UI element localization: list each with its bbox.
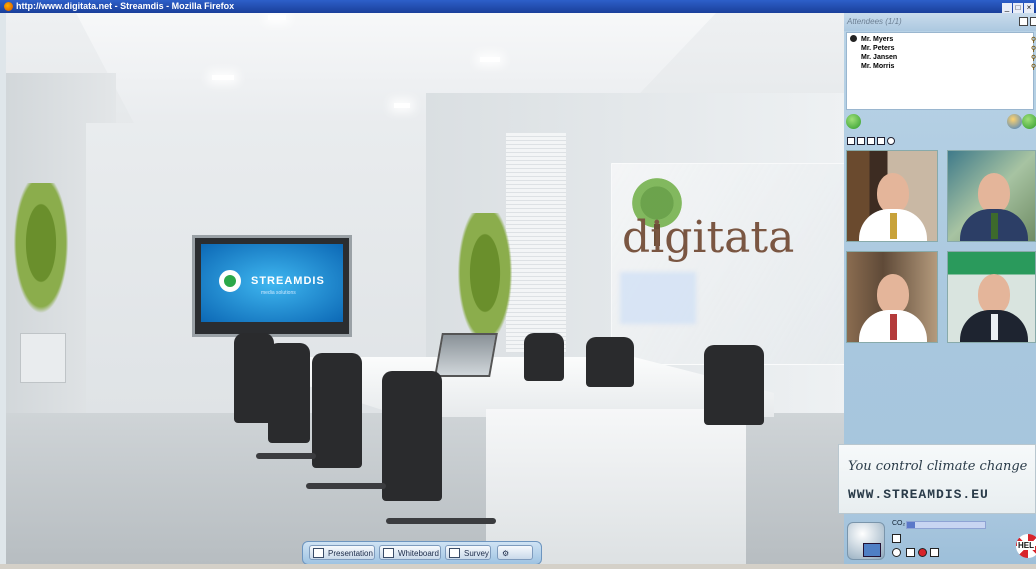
monitor-icon: [863, 543, 881, 557]
presentation-icon: [313, 548, 324, 558]
minimize-button[interactable]: _: [1002, 3, 1012, 13]
chair[interactable]: [268, 343, 310, 443]
gear-icon: ⚙: [502, 549, 510, 558]
wall-logo-text: digitata: [622, 212, 795, 263]
status-bar: [0, 564, 1036, 569]
video-feed-3[interactable]: [846, 251, 938, 343]
attendee-row[interactable]: Mr. Morris ⚲: [861, 63, 1036, 71]
lock-icon[interactable]: [867, 137, 875, 145]
survey-icon: [449, 548, 460, 558]
camera-icon[interactable]: [892, 548, 901, 557]
help-label: HEL: [1017, 541, 1035, 550]
co2-meter-fill: [907, 522, 915, 528]
laptop[interactable]: [434, 333, 498, 377]
whiteboard-button[interactable]: Whiteboard: [379, 545, 441, 560]
ceiling-light: [268, 15, 286, 20]
survey-button[interactable]: Survey: [445, 545, 491, 560]
chair[interactable]: [704, 345, 764, 425]
video-feed-2[interactable]: [947, 150, 1036, 242]
ceiling-light: [480, 57, 500, 62]
whiteboard-icon: [383, 548, 394, 558]
co2-meter: [906, 521, 986, 529]
copy-icon[interactable]: [857, 137, 865, 145]
streamdis-logo-icon: [219, 270, 241, 292]
chair[interactable]: [524, 333, 564, 381]
stop-icon[interactable]: [918, 548, 927, 557]
attendee-row[interactable]: Mr. Peters ⚲: [861, 45, 1036, 53]
print-icon[interactable]: [847, 137, 855, 145]
globe-icon[interactable]: [1007, 114, 1022, 129]
panel-close-icon[interactable]: [1030, 17, 1036, 26]
banner-url: WWW.STREAMDIS.EU: [848, 487, 989, 502]
self-view-thumbnail[interactable]: [847, 522, 885, 560]
digitata-wall-logo: digitata: [611, 163, 844, 365]
layout-toggle-icon[interactable]: [1019, 17, 1028, 26]
trash-icon[interactable]: [930, 548, 939, 557]
add-contact-icon[interactable]: [1022, 114, 1036, 129]
tv-subtitle: media solutions: [261, 290, 296, 296]
target-icon[interactable]: [887, 137, 895, 145]
attendees-header: Attendees (1/1): [844, 13, 1036, 31]
edit-icon[interactable]: [906, 548, 915, 557]
walking-person-icon: ⚲: [1031, 64, 1036, 71]
window-titlebar: http://www.digitata.net - Streamdis - Mo…: [0, 0, 1036, 13]
video-feed-1[interactable]: [846, 150, 938, 242]
maximize-button[interactable]: □: [1013, 3, 1023, 13]
close-button[interactable]: ×: [1024, 3, 1034, 13]
firefox-icon: [4, 2, 13, 11]
window-title: http://www.digitata.net - Streamdis - Mo…: [16, 1, 235, 11]
conference-room-scene: STREAMDIS media solutions digitata: [6, 13, 844, 564]
bottom-controls: CO₂ HEL: [844, 514, 1036, 564]
banner-slogan: You control climate change: [848, 459, 1028, 474]
presentation-button[interactable]: Presentation: [309, 545, 375, 560]
climate-banner[interactable]: You control climate change WWW.STREAMDIS…: [838, 444, 1036, 514]
attendee-row[interactable]: Mr. Jansen ⚲: [861, 54, 1036, 62]
plant-left: [6, 183, 76, 383]
co2-label: CO₂: [892, 520, 906, 527]
help-button[interactable]: HEL: [1016, 534, 1036, 558]
settings-button[interactable]: ⚙: [497, 545, 533, 560]
ceiling-light: [212, 75, 234, 80]
call-icon[interactable]: [846, 114, 861, 129]
attendees-list: Mr. Myers ⚲ Mr. Peters ⚲ Mr. Jansen ⚲ Mr. M…: [846, 32, 1036, 110]
walking-person-icon: ⚲: [1031, 37, 1036, 44]
video-feed-4[interactable]: [947, 251, 1036, 343]
chair[interactable]: [312, 353, 362, 468]
meeting-toolbar: Presentation Whiteboard Survey ⚙: [302, 541, 542, 565]
note-icon[interactable]: [892, 534, 901, 543]
ceiling-light: [394, 103, 410, 108]
wall-screen[interactable]: STREAMDIS media solutions: [192, 235, 352, 337]
attendee-row[interactable]: Mr. Myers ⚲: [861, 36, 1036, 44]
walking-person-icon: ⚲: [1031, 55, 1036, 62]
chair[interactable]: [382, 371, 442, 501]
walking-person-icon: ⚲: [1031, 46, 1036, 53]
chair[interactable]: [586, 337, 634, 387]
tv-brand: STREAMDIS: [251, 275, 325, 287]
user-icon: [850, 35, 857, 42]
tools-icon[interactable]: [877, 137, 885, 145]
